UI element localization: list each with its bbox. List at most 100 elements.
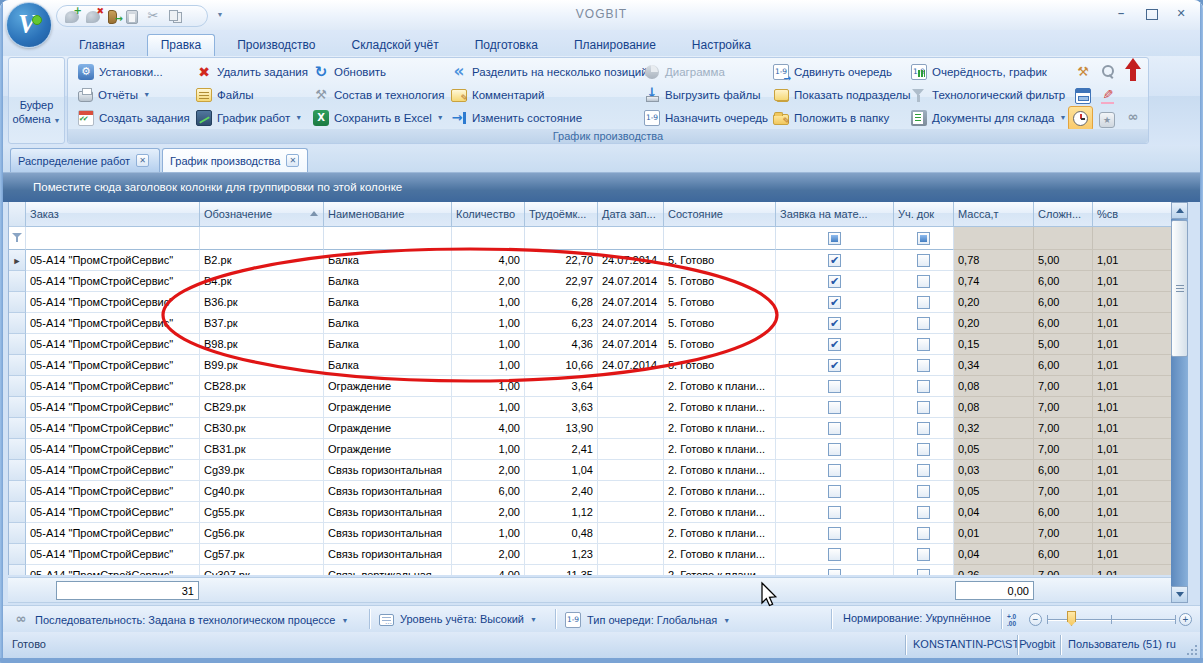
cell-pct[interactable]: 1,01 [1093,523,1171,544]
cell-date[interactable]: 24.07.2014 [598,313,664,334]
cell-pct[interactable]: 1,01 [1093,418,1171,439]
cell-pct[interactable]: 1,01 [1093,481,1171,502]
ribbon-tab-Подготовка[interactable]: Подготовка [461,34,552,57]
cell-state[interactable]: 2. Готово к плани... [664,439,776,460]
cell-name[interactable]: Ограждение [324,376,452,397]
ribbon-button[interactable]: Показать подразделы [771,83,913,106]
cell-code[interactable]: Сg55.рк [200,502,324,523]
ribbon-button[interactable]: Сохранить в Excel▼ [311,106,447,129]
cell-doc[interactable] [894,271,954,292]
cell-pct[interactable]: 1,01 [1093,355,1171,376]
ribbon-button[interactable]: Файлы [194,83,310,106]
filter-checkbox[interactable] [917,232,930,245]
cell-code[interactable]: Сg56.рк [200,523,324,544]
filter-checkbox[interactable] [828,232,841,245]
cell-name[interactable]: Связь горизонтальная [324,502,452,523]
cell-doc[interactable] [894,523,954,544]
row-indicator[interactable]: ► [9,250,26,271]
cell-complexity[interactable]: 6,00 [1034,271,1093,292]
cell-labor[interactable]: 13,90 [525,418,598,439]
cell-date[interactable] [598,544,664,565]
clock-button[interactable] [1068,106,1093,131]
column-header-mass[interactable]: Масса,т [954,202,1034,227]
filter-cell-code[interactable] [200,227,324,250]
cell-pct[interactable]: 1,01 [1093,565,1171,575]
ribbon-button[interactable]: Сдвинуть очередь [771,60,913,83]
cell-doc[interactable] [894,481,954,502]
cell-mass[interactable]: 0,08 [954,397,1034,418]
cell-mass[interactable]: 0,32 [954,418,1034,439]
cell-name[interactable]: Балка [324,334,452,355]
cell-order[interactable]: 05-А14 "ПромСтройСервис" [26,544,200,565]
cell-request[interactable] [776,355,894,376]
cell-state[interactable]: 5. Готово [664,271,776,292]
filter-cell-doc[interactable] [894,227,954,250]
groupby-panel[interactable]: Поместите сюда заголовок колонки для гру… [3,172,1200,202]
queue-type-option[interactable]: Тип очереди: Глобальная▼ [565,612,730,628]
row-checkbox[interactable] [917,401,930,414]
column-header-name[interactable]: Наименование [324,202,452,227]
row-indicator[interactable] [9,397,26,418]
cell-qty[interactable]: 1,00 [452,334,525,355]
row-checkbox[interactable] [828,401,841,414]
cell-labor[interactable]: 1,12 [525,502,598,523]
cell-order[interactable]: 05-А14 "ПромСтройСервис" [26,397,200,418]
cell-pct[interactable]: 1,01 [1093,439,1171,460]
cell-mass[interactable]: 0,74 [954,271,1034,292]
filter-cell-pct[interactable] [1093,227,1171,250]
cell-complexity[interactable]: 6,00 [1034,502,1093,523]
cell-complexity[interactable]: 7,00 [1034,523,1093,544]
ribbon-button[interactable]: Создать задания [76,106,192,129]
cell-date[interactable] [598,481,664,502]
row-checkbox[interactable] [917,380,930,393]
cell-state[interactable]: 2. Готово к плани... [664,481,776,502]
cell-request[interactable] [776,397,894,418]
cell-state[interactable]: 2. Готово к плани... [664,523,776,544]
row-checkbox[interactable] [828,527,841,540]
cell-labor[interactable]: 2,41 [525,439,598,460]
cell-qty[interactable]: 6,00 [452,481,525,502]
cell-request[interactable] [776,376,894,397]
cell-mass[interactable]: 0,03 [954,460,1034,481]
cell-name[interactable]: Связь горизонтальная [324,544,452,565]
row-checkbox[interactable] [828,506,841,519]
column-header-state[interactable]: Состояние [664,202,776,227]
cell-labor[interactable]: 0,48 [525,523,598,544]
cell-doc[interactable] [894,250,954,271]
cell-code[interactable]: Сg57.рк [200,544,324,565]
cell-pct[interactable]: 1,01 [1093,271,1171,292]
cell-complexity[interactable]: 6,00 [1034,313,1093,334]
cell-doc[interactable] [894,397,954,418]
cell-code[interactable]: В98.рк [200,334,324,355]
cell-doc[interactable] [894,460,954,481]
cell-order[interactable]: 05-А14 "ПромСтройСервис" [26,292,200,313]
cell-state[interactable]: 2. Готово к плани... [664,397,776,418]
cell-date[interactable] [598,460,664,481]
cell-doc[interactable] [894,292,954,313]
row-checkbox[interactable] [828,548,841,561]
row-checkbox[interactable] [917,338,930,351]
cell-pct[interactable]: 1,01 [1093,334,1171,355]
vertical-scrollbar[interactable] [1171,202,1188,603]
cell-name[interactable]: Ограждение [324,439,452,460]
cell-qty[interactable]: 1,00 [452,397,525,418]
level-option[interactable]: Уровень учёта: Высокий▼ [379,612,537,626]
column-header-doc[interactable]: Уч. док [894,202,954,227]
row-checkbox[interactable] [917,548,930,561]
cell-name[interactable]: Ограждение [324,418,452,439]
ribbon-button[interactable]: Положить в папку [771,106,913,129]
ribbon-button[interactable]: График работ▼ [194,106,310,129]
row-indicator[interactable] [9,544,26,565]
resize-grip[interactable] [1186,644,1198,656]
decimal-places-icon[interactable]: +.0.00 [1007,613,1016,627]
cell-mass[interactable]: 0,15 [954,334,1034,355]
cell-qty[interactable]: 1,00 [452,523,525,544]
row-checkbox[interactable] [828,275,841,288]
cell-mass[interactable]: 0,04 [954,502,1034,523]
cell-date[interactable]: 24.07.2014 [598,355,664,376]
row-checkbox[interactable] [828,296,841,309]
doc-tab-Распределение работ[interactable]: Распределение работ✕ [10,148,160,172]
cell-labor[interactable]: 6,28 [525,292,598,313]
row-indicator[interactable] [9,271,26,292]
row-checkbox[interactable] [828,338,841,351]
